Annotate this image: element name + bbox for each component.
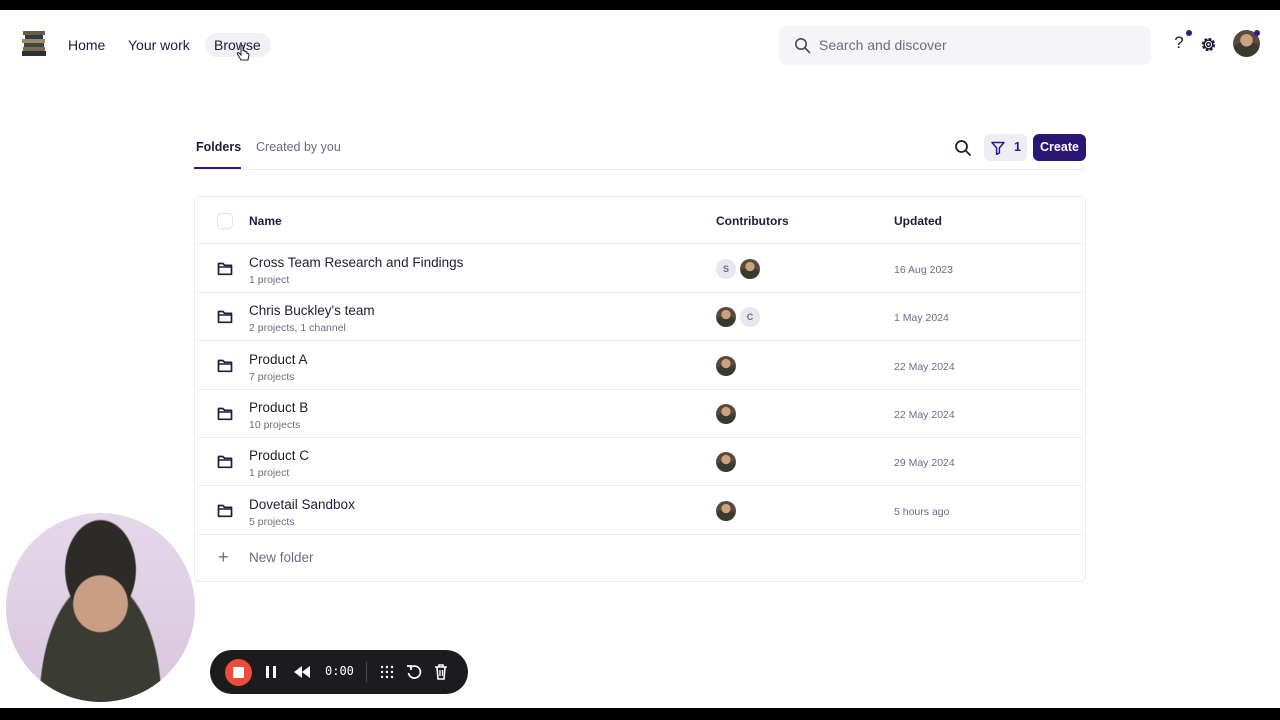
grid-icon[interactable]	[378, 662, 396, 682]
folder-name[interactable]: Product C	[249, 448, 309, 463]
folder-icon	[217, 359, 233, 372]
contributor-avatar[interactable]	[740, 259, 760, 279]
folder-icon	[217, 455, 233, 469]
updated-date: 22 May 2024	[894, 408, 955, 421]
recorder-controls: 0:00	[210, 650, 468, 694]
table-row[interactable]: Dovetail Sandbox 5 projects 5 hours ago	[195, 487, 1085, 535]
gear-icon[interactable]	[1199, 35, 1218, 54]
webcam-bubble[interactable]	[6, 513, 195, 702]
updated-date: 1 May 2024	[894, 312, 949, 325]
top-navigation: Home Your work Browse Search and discove…	[0, 10, 1280, 80]
folders-table: Name Contributors Updated Cross Team Res…	[194, 196, 1086, 582]
folder-project-count: 10 projects	[249, 418, 301, 431]
app-window: Home Your work Browse Search and discove…	[0, 10, 1280, 708]
folder-name[interactable]: Chris Buckley's team	[249, 303, 375, 318]
contributor-initial[interactable]: C	[740, 307, 760, 328]
contributor-avatar[interactable]	[716, 355, 736, 376]
folder-project-count: 5 projects	[249, 515, 295, 528]
folder-name[interactable]: Dovetail Sandbox	[249, 497, 355, 512]
select-all-checkbox[interactable]	[217, 213, 233, 229]
table-header: Name Contributors Updated	[195, 197, 1085, 244]
header-name[interactable]: Name	[249, 214, 282, 228]
books-logo-icon[interactable]	[21, 29, 47, 59]
table-row[interactable]: Product C 1 project 29 May 2024	[195, 438, 1085, 487]
search-placeholder: Search and discover	[819, 37, 947, 53]
contributors-list: S	[716, 259, 776, 279]
updated-date: 22 May 2024	[894, 360, 955, 373]
create-button[interactable]: Create	[1033, 134, 1086, 161]
header-updated[interactable]: Updated	[894, 214, 942, 228]
folder-icon	[217, 504, 233, 517]
folder-project-count: 7 projects	[249, 370, 295, 383]
pointer-cursor-icon	[236, 45, 250, 61]
contributor-avatar[interactable]	[716, 452, 736, 473]
contributors-list	[716, 403, 776, 424]
tab-created-by-you[interactable]: Created by you	[256, 140, 341, 154]
contributor-avatar[interactable]	[716, 500, 736, 521]
rewind-icon[interactable]	[292, 662, 312, 682]
filter-count: 1	[1014, 140, 1021, 154]
folder-icon	[217, 310, 233, 324]
tab-folders[interactable]: Folders	[196, 140, 241, 154]
avatar-status-dot	[1254, 30, 1260, 36]
contributor-avatar[interactable]	[716, 307, 736, 328]
folder-icon	[217, 262, 233, 276]
contributors-list	[716, 500, 776, 521]
contributors-list	[716, 452, 776, 473]
recorder-divider	[366, 662, 367, 682]
search-icon	[795, 38, 811, 54]
filter-button[interactable]: 1	[984, 134, 1027, 161]
pause-icon[interactable]	[262, 662, 280, 682]
restart-icon[interactable]	[405, 662, 423, 682]
table-row[interactable]: Cross Team Research and Findings 1 projec…	[195, 245, 1085, 293]
help-button[interactable]: ?	[1170, 33, 1188, 55]
folder-name[interactable]: Product B	[249, 400, 308, 415]
nav-home[interactable]: Home	[68, 37, 105, 53]
updated-date: 29 May 2024	[894, 457, 955, 470]
plus-icon: +	[218, 547, 229, 567]
contributors-list: C	[716, 307, 776, 328]
folder-project-count: 1 project	[249, 274, 290, 286]
new-folder-label: New folder	[249, 550, 314, 565]
updated-date: 5 hours ago	[894, 505, 950, 518]
folder-project-count: 1 project	[249, 467, 290, 480]
help-notification-dot	[1186, 30, 1192, 36]
search-folders-icon[interactable]	[953, 138, 973, 158]
table-row[interactable]: Chris Buckley's team 2 projects, 1 channe…	[195, 293, 1085, 342]
folder-name[interactable]: Cross Team Research and Findings	[249, 255, 463, 270]
contributor-initial[interactable]: S	[716, 259, 736, 279]
tabs-divider	[194, 169, 1086, 170]
table-row[interactable]: Product B 10 projects 22 May 2024	[195, 390, 1085, 438]
new-folder-button[interactable]: + New folder	[195, 534, 1085, 582]
folder-name[interactable]: Product A	[249, 352, 308, 367]
search-bar[interactable]: Search and discover	[779, 26, 1151, 65]
folder-icon	[217, 407, 233, 421]
nav-your-work[interactable]: Your work	[128, 37, 190, 53]
folder-project-count: 2 projects, 1 channel	[249, 322, 346, 335]
header-contributors: Contributors	[716, 214, 789, 228]
recording-timer: 0:00	[325, 664, 354, 678]
filter-icon	[991, 141, 1005, 155]
contributors-list	[716, 355, 776, 376]
table-row[interactable]: Product A 7 projects 22 May 2024	[195, 342, 1085, 390]
trash-icon[interactable]	[432, 662, 450, 682]
stop-recording-button[interactable]	[225, 659, 252, 686]
updated-date: 16 Aug 2023	[894, 264, 953, 276]
screen-bottom-bar	[0, 708, 1280, 720]
contributor-avatar[interactable]	[716, 403, 736, 424]
